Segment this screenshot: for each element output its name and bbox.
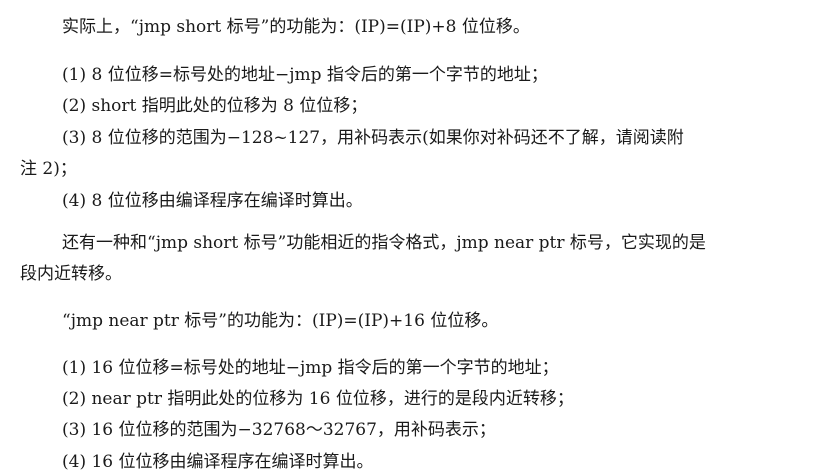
near-note-3: (3) 16 位位移的范围为−32768～32767，用补码表示； [62,420,496,440]
short-note-3-continuation: 注 2)； [20,159,77,179]
near-paragraph-line-2: 段内近转移。 [20,264,122,284]
near-paragraph-line-1: 还有一种和“jmp short 标号”功能相近的指令格式，jmp near pt… [62,233,706,253]
near-function-statement: “jmp near ptr 标号”的功能为：(IP)=(IP)+16 位位移。 [62,311,499,331]
intro-paragraph: 实际上，“jmp short 标号”的功能为：(IP)=(IP)+8 位位移。 [62,17,530,37]
short-note-2: (2) short 指明此处的位移为 8 位位移； [62,96,368,116]
near-note-1: (1) 16 位位移=标号处的地址−jmp 指令后的第一个字节的地址； [62,358,559,378]
near-note-2: (2) near ptr 指明此处的位移为 16 位位移，进行的是段内近转移； [62,389,574,409]
short-note-3: (3) 8 位位移的范围为−128~127，用补码表示(如果你对补码还不了解，请… [62,128,684,148]
near-note-4: (4) 16 位位移由编译程序在编译时算出。 [62,452,374,472]
short-note-4: (4) 8 位位移由编译程序在编译时算出。 [62,191,363,211]
short-note-1: (1) 8 位位移=标号处的地址−jmp 指令后的第一个字节的地址； [62,65,548,85]
